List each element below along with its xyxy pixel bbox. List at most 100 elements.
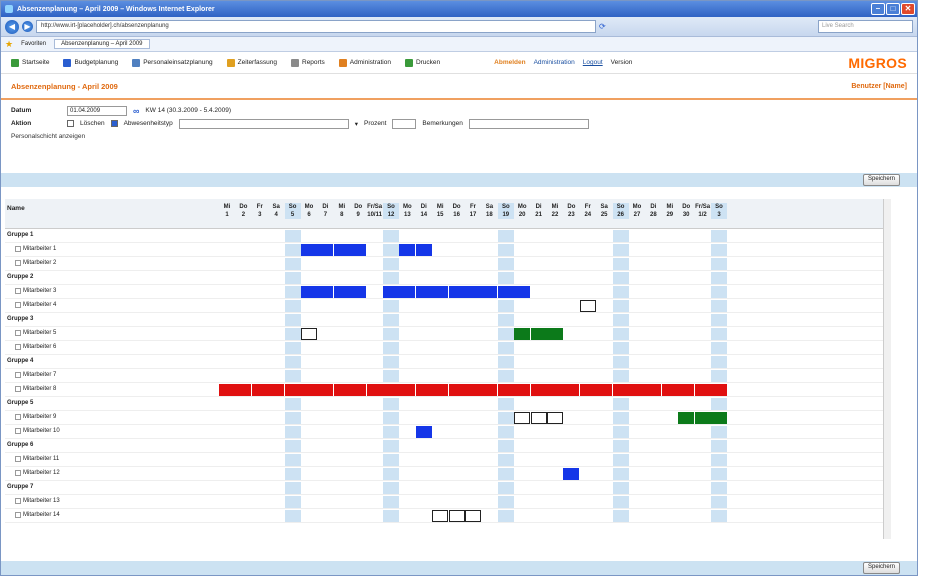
day-cell[interactable]: [711, 468, 727, 480]
day-cell[interactable]: [268, 496, 284, 508]
day-cell[interactable]: [219, 328, 235, 340]
day-cell[interactable]: [547, 300, 563, 312]
day-cell[interactable]: [596, 286, 612, 298]
day-cell[interactable]: [219, 370, 235, 382]
day-cell[interactable]: [465, 286, 481, 298]
day-cell[interactable]: [399, 412, 415, 424]
table-row[interactable]: Mitarbeiter 8: [5, 383, 891, 397]
day-cell[interactable]: [596, 370, 612, 382]
day-cell[interactable]: [334, 328, 350, 340]
day-cell[interactable]: [596, 342, 612, 354]
datum-input[interactable]: 01.04.2009: [67, 105, 127, 116]
day-cell[interactable]: [219, 412, 235, 424]
row-checkbox[interactable]: [15, 512, 21, 518]
day-cell[interactable]: [465, 244, 481, 256]
day-cell[interactable]: [399, 468, 415, 480]
day-cell[interactable]: [645, 510, 661, 522]
day-cell[interactable]: [497, 342, 514, 354]
day-cell[interactable]: [514, 286, 531, 298]
day-cell[interactable]: [367, 286, 383, 298]
day-cell[interactable]: [678, 342, 694, 354]
nav-item-admin[interactable]: Administration: [338, 58, 391, 67]
day-cell[interactable]: [711, 258, 727, 270]
day-cell[interactable]: [547, 244, 563, 256]
day-cell[interactable]: [367, 454, 383, 466]
day-cell[interactable]: [563, 370, 579, 382]
day-cell[interactable]: [629, 412, 645, 424]
day-cell[interactable]: [334, 496, 350, 508]
day-cell[interactable]: [399, 496, 415, 508]
day-cell[interactable]: [416, 300, 432, 312]
day-cell[interactable]: [284, 426, 301, 438]
day-cell[interactable]: [268, 258, 284, 270]
day-cell[interactable]: [317, 468, 333, 480]
day-cell[interactable]: [334, 412, 350, 424]
day-cell[interactable]: [612, 426, 629, 438]
day-cell[interactable]: [432, 328, 448, 340]
day-cell[interactable]: [678, 244, 694, 256]
day-cell[interactable]: [497, 468, 514, 480]
day-cell[interactable]: [465, 258, 481, 270]
day-cell[interactable]: [645, 286, 661, 298]
day-cell[interactable]: [399, 426, 415, 438]
day-cell[interactable]: [383, 454, 399, 466]
table-row[interactable]: Mitarbeiter 12: [5, 467, 891, 481]
day-cell[interactable]: [695, 342, 711, 354]
day-cell[interactable]: [678, 300, 694, 312]
day-cell[interactable]: [399, 454, 415, 466]
day-cell[interactable]: [317, 510, 333, 522]
nav-item-reports[interactable]: Reports: [291, 58, 325, 67]
day-cell[interactable]: [449, 426, 465, 438]
day-cell[interactable]: [449, 412, 465, 424]
day-cell[interactable]: [284, 244, 301, 256]
day-cell[interactable]: [235, 370, 251, 382]
day-cell[interactable]: [350, 510, 366, 522]
table-row[interactable]: Mitarbeiter 10: [5, 425, 891, 439]
day-cell[interactable]: [481, 468, 497, 480]
day-cell[interactable]: [334, 300, 350, 312]
row-checkbox[interactable]: [15, 246, 21, 252]
row-checkbox[interactable]: [15, 330, 21, 336]
row-checkbox[interactable]: [15, 456, 21, 462]
search-input[interactable]: Live Search: [818, 20, 913, 33]
prozent-input[interactable]: [392, 118, 417, 129]
day-cell[interactable]: [645, 384, 662, 396]
table-row[interactable]: Mitarbeiter 1: [5, 243, 891, 257]
day-cell[interactable]: [416, 454, 432, 466]
day-cell[interactable]: [711, 510, 727, 522]
day-cell[interactable]: [531, 300, 547, 312]
day-cell[interactable]: [645, 426, 661, 438]
day-cell[interactable]: [235, 258, 251, 270]
day-cell[interactable]: [301, 468, 317, 480]
day-cell[interactable]: [563, 258, 579, 270]
row-checkbox[interactable]: [15, 344, 21, 350]
day-cell[interactable]: [596, 244, 612, 256]
day-cell[interactable]: [530, 412, 547, 424]
day-cell[interactable]: [268, 370, 284, 382]
day-cell[interactable]: [563, 426, 579, 438]
day-cell[interactable]: [334, 342, 350, 354]
refresh-icon[interactable]: ⟳: [599, 22, 606, 31]
day-cell[interactable]: [219, 286, 235, 298]
day-cell[interactable]: [465, 454, 481, 466]
day-cell[interactable]: [580, 370, 596, 382]
day-cell[interactable]: [580, 468, 596, 480]
day-cell[interactable]: [662, 468, 678, 480]
day-cell[interactable]: [563, 384, 580, 396]
day-cell[interactable]: [580, 286, 596, 298]
day-cell[interactable]: [678, 370, 694, 382]
day-cell[interactable]: [629, 370, 645, 382]
day-cell[interactable]: [399, 258, 415, 270]
day-cell[interactable]: [367, 342, 383, 354]
day-cell[interactable]: [251, 384, 268, 396]
day-cell[interactable]: [416, 370, 432, 382]
day-cell[interactable]: [531, 342, 547, 354]
day-cell[interactable]: [645, 328, 661, 340]
day-cell[interactable]: [432, 286, 449, 298]
day-cell[interactable]: [432, 426, 448, 438]
day-cell[interactable]: [481, 328, 497, 340]
day-cell[interactable]: [219, 510, 235, 522]
table-row[interactable]: Mitarbeiter 14: [5, 509, 891, 523]
day-cell[interactable]: [596, 454, 612, 466]
day-cell[interactable]: [514, 342, 530, 354]
